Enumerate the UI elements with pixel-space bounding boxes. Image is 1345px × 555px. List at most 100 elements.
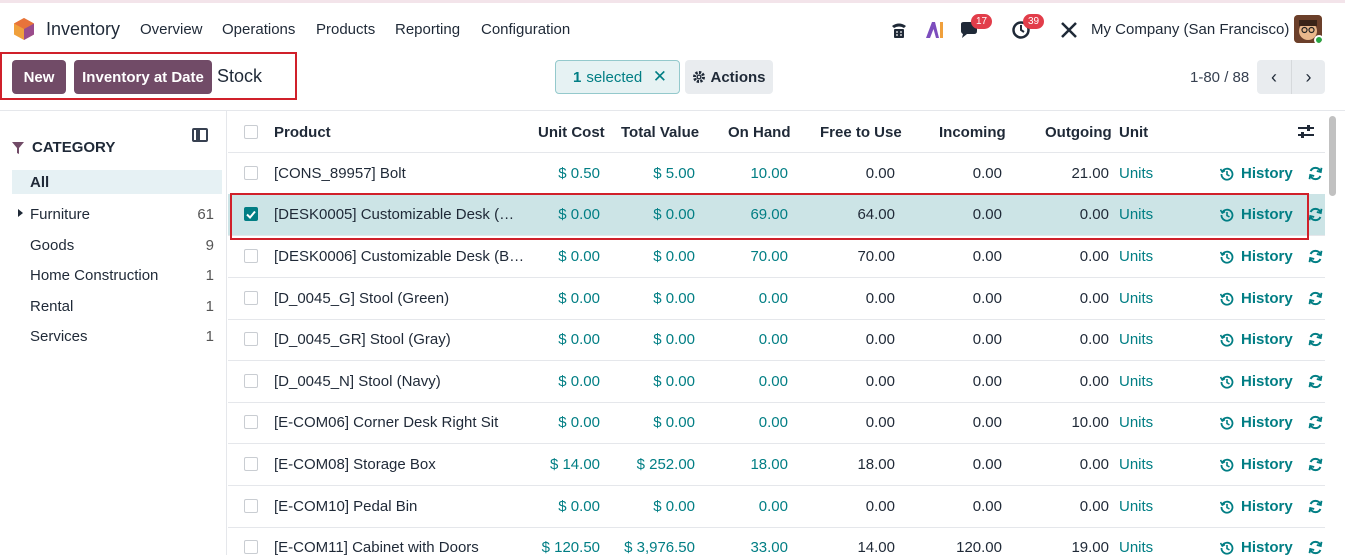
menu-overview[interactable]: Overview bbox=[140, 21, 203, 38]
cell-product[interactable]: [E-COM06] Corner Desk Right Sit bbox=[274, 414, 498, 431]
history-button[interactable]: History bbox=[1220, 456, 1293, 473]
app-logo-icon[interactable] bbox=[13, 17, 35, 41]
column-header-total-value[interactable]: Total Value bbox=[621, 124, 699, 141]
row-checkbox[interactable] bbox=[244, 415, 258, 429]
cell-unit-cost: $ 0.00 bbox=[558, 414, 600, 431]
user-avatar[interactable] bbox=[1294, 15, 1322, 43]
cell-product[interactable]: [CONS_89957] Bolt bbox=[274, 165, 406, 182]
column-header-free-to-use[interactable]: Free to Use bbox=[820, 124, 902, 141]
replenish-refresh-icon[interactable] bbox=[1308, 207, 1323, 226]
table-row[interactable]: [E-COM10] Pedal Bin $ 0.00 $ 0.00 0.00 0.00 0… bbox=[228, 486, 1325, 528]
cell-product[interactable]: [E-COM08] Storage Box bbox=[274, 456, 436, 473]
cell-incoming: 120.00 bbox=[956, 539, 1002, 555]
cell-product[interactable]: [E-COM11] Cabinet with Doors bbox=[274, 539, 479, 555]
cell-unit[interactable]: Units bbox=[1119, 539, 1153, 555]
tools-icon[interactable] bbox=[1058, 17, 1080, 43]
replenish-refresh-icon[interactable] bbox=[1308, 457, 1323, 476]
app-name[interactable]: Inventory bbox=[46, 19, 120, 40]
history-button[interactable]: History bbox=[1220, 248, 1293, 265]
pager-value[interactable]: 1-80 / 88 bbox=[1190, 69, 1249, 86]
menu-reporting[interactable]: Reporting bbox=[395, 21, 460, 38]
row-checkbox[interactable] bbox=[244, 249, 258, 263]
caret-right-icon[interactable] bbox=[18, 209, 23, 217]
table-row[interactable]: [D_0045_GR] Stool (Gray) $ 0.00 $ 0.00 0.00… bbox=[228, 319, 1325, 361]
row-checkbox[interactable] bbox=[244, 166, 258, 180]
replenish-refresh-icon[interactable] bbox=[1308, 540, 1323, 555]
table-row[interactable]: [CONS_89957] Bolt $ 0.50 $ 5.00 10.00 0.00 0.… bbox=[228, 153, 1325, 195]
row-checkbox[interactable] bbox=[244, 374, 258, 388]
history-label: History bbox=[1241, 331, 1293, 348]
cell-product[interactable]: [D_0045_N] Stool (Navy) bbox=[274, 373, 441, 390]
phone-icon[interactable] bbox=[888, 17, 910, 43]
collapse-sidebar-icon[interactable] bbox=[192, 128, 208, 142]
replenish-refresh-icon[interactable] bbox=[1308, 415, 1323, 434]
table-row[interactable]: [D_0045_N] Stool (Navy) $ 0.00 $ 0.00 0.00 0… bbox=[228, 361, 1325, 403]
row-checkbox[interactable] bbox=[244, 332, 258, 346]
history-button[interactable]: History bbox=[1220, 498, 1293, 515]
category-item-home-construction[interactable]: Home Construction 1 bbox=[12, 263, 222, 287]
category-item-furniture[interactable]: Furniture 61 bbox=[12, 202, 222, 226]
replenish-refresh-icon[interactable] bbox=[1308, 499, 1323, 518]
pager-next-button[interactable]: › bbox=[1291, 60, 1325, 94]
cell-unit[interactable]: Units bbox=[1119, 414, 1153, 431]
cell-unit[interactable]: Units bbox=[1119, 165, 1153, 182]
replenish-refresh-icon[interactable] bbox=[1308, 249, 1323, 268]
cell-unit[interactable]: Units bbox=[1119, 373, 1153, 390]
history-button[interactable]: History bbox=[1220, 290, 1293, 307]
replenish-refresh-icon[interactable] bbox=[1308, 374, 1323, 393]
menu-configuration[interactable]: Configuration bbox=[481, 21, 570, 38]
table-row[interactable]: [DESK0006] Customizable Desk (B… $ 0.00 $ … bbox=[228, 236, 1325, 278]
history-button[interactable]: History bbox=[1220, 331, 1293, 348]
table-row[interactable]: [E-COM08] Storage Box $ 14.00 $ 252.00 18.0… bbox=[228, 444, 1325, 486]
cell-free: 0.00 bbox=[865, 414, 895, 431]
cell-unit[interactable]: Units bbox=[1119, 456, 1153, 473]
history-button[interactable]: History bbox=[1220, 165, 1293, 182]
replenish-refresh-icon[interactable] bbox=[1308, 166, 1323, 185]
history-icon bbox=[1220, 500, 1234, 514]
column-header-unit-cost[interactable]: Unit Cost bbox=[538, 124, 605, 141]
scrollbar-thumb[interactable] bbox=[1329, 116, 1336, 196]
category-item-rental[interactable]: Rental 1 bbox=[12, 294, 222, 318]
actions-button[interactable]: Actions bbox=[685, 60, 773, 94]
company-switcher[interactable]: My Company (San Francisco) bbox=[1091, 21, 1289, 38]
category-item-all[interactable]: All bbox=[12, 170, 222, 194]
history-button[interactable]: History bbox=[1220, 539, 1293, 555]
column-header-on-hand[interactable]: On Hand bbox=[728, 124, 791, 141]
cell-unit[interactable]: Units bbox=[1119, 248, 1153, 265]
table-row[interactable]: [E-COM11] Cabinet with Doors $ 120.50 $ 3,… bbox=[228, 527, 1325, 555]
column-header-unit[interactable]: Unit bbox=[1119, 124, 1148, 141]
activity-clock-icon[interactable]: 39 bbox=[1009, 14, 1045, 43]
replenish-refresh-icon[interactable] bbox=[1308, 291, 1323, 310]
row-checkbox[interactable] bbox=[244, 540, 258, 554]
cell-product[interactable]: [D_0045_G] Stool (Green) bbox=[274, 290, 449, 307]
new-button[interactable]: New bbox=[12, 60, 66, 94]
cell-product[interactable]: [DESK0006] Customizable Desk (B… bbox=[274, 248, 524, 265]
optional-columns-icon[interactable] bbox=[1298, 125, 1314, 143]
history-button[interactable]: History bbox=[1220, 414, 1293, 431]
select-all-checkbox[interactable] bbox=[244, 125, 258, 139]
cell-product[interactable]: [E-COM10] Pedal Bin bbox=[274, 498, 417, 515]
pager-previous-button[interactable]: ‹ bbox=[1257, 60, 1291, 94]
cell-unit[interactable]: Units bbox=[1119, 498, 1153, 515]
row-checkbox[interactable] bbox=[244, 457, 258, 471]
inventory-at-date-button[interactable]: Inventory at Date bbox=[74, 60, 212, 94]
menu-products[interactable]: Products bbox=[316, 21, 375, 38]
menu-operations[interactable]: Operations bbox=[222, 21, 295, 38]
cell-product[interactable]: [D_0045_GR] Stool (Gray) bbox=[274, 331, 451, 348]
clear-selection-icon[interactable]: ✕ bbox=[653, 67, 667, 87]
category-item-goods[interactable]: Goods 9 bbox=[12, 233, 222, 257]
row-checkbox[interactable] bbox=[244, 499, 258, 513]
column-header-outgoing[interactable]: Outgoing bbox=[1045, 124, 1112, 141]
cell-unit[interactable]: Units bbox=[1119, 331, 1153, 348]
cell-unit[interactable]: Units bbox=[1119, 290, 1153, 307]
replenish-refresh-icon[interactable] bbox=[1308, 332, 1323, 351]
column-header-incoming[interactable]: Incoming bbox=[939, 124, 1006, 141]
table-row[interactable]: [D_0045_G] Stool (Green) $ 0.00 $ 0.00 0.00… bbox=[228, 278, 1325, 320]
chat-icon[interactable]: 17 bbox=[957, 14, 993, 43]
column-header-product[interactable]: Product bbox=[274, 124, 331, 141]
category-item-services[interactable]: Services 1 bbox=[12, 324, 222, 348]
history-button[interactable]: History bbox=[1220, 373, 1293, 390]
ai-icon[interactable] bbox=[924, 17, 946, 43]
row-checkbox[interactable] bbox=[244, 291, 258, 305]
table-row[interactable]: [E-COM06] Corner Desk Right Sit $ 0.00 $ 0… bbox=[228, 402, 1325, 444]
